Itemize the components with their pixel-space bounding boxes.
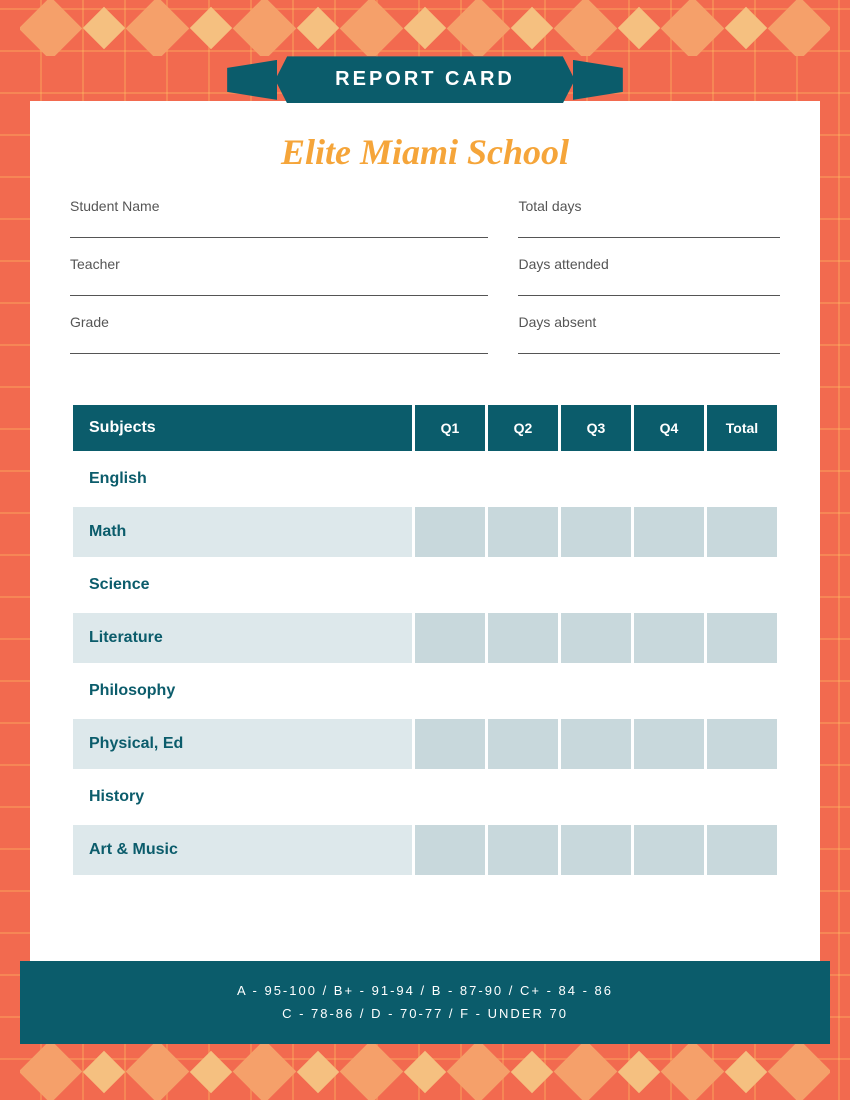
subject-cell: History xyxy=(73,772,412,822)
header-subjects: Subjects xyxy=(73,405,412,451)
grade-cell-total[interactable] xyxy=(707,507,777,557)
info-section: Student Name Teacher Grade Total days xyxy=(70,198,780,372)
grade-cell-q4[interactable] xyxy=(634,666,704,716)
subject-cell: English xyxy=(73,454,412,504)
grade-input[interactable] xyxy=(70,334,488,354)
grade-cell-total[interactable] xyxy=(707,825,777,875)
grade-cell-q1[interactable] xyxy=(415,772,485,822)
grade-cell-q4[interactable] xyxy=(634,560,704,610)
banner-wing-right xyxy=(573,60,623,100)
info-left: Student Name Teacher Grade xyxy=(70,198,488,372)
school-name: Elite Miami School xyxy=(70,131,780,173)
grade-cell-q2[interactable] xyxy=(488,454,558,504)
grade-cell-q4[interactable] xyxy=(634,719,704,769)
table-header-row: Subjects Q1 Q2 Q3 Q4 Total xyxy=(73,405,777,451)
footer-line1: A - 95-100 / B+ - 91-94 / B - 87-90 / C+… xyxy=(50,979,800,1002)
subject-cell: Physical, Ed xyxy=(73,719,412,769)
table-row: Math xyxy=(73,507,777,557)
subject-cell: Science xyxy=(73,560,412,610)
grade-cell-q3[interactable] xyxy=(561,825,631,875)
header-q2: Q2 xyxy=(488,405,558,451)
grade-cell-q1[interactable] xyxy=(415,507,485,557)
grade-cell-q3[interactable] xyxy=(561,613,631,663)
grade-cell-q4[interactable] xyxy=(634,772,704,822)
grade-cell-q3[interactable] xyxy=(561,772,631,822)
grade-cell-q2[interactable] xyxy=(488,560,558,610)
grade-cell-q3[interactable] xyxy=(561,454,631,504)
banner-title: REPORT CARD xyxy=(275,56,575,103)
grade-cell-total[interactable] xyxy=(707,719,777,769)
grade-cell-q3[interactable] xyxy=(561,719,631,769)
grade-cell-q1[interactable] xyxy=(415,825,485,875)
grade-cell-q1[interactable] xyxy=(415,560,485,610)
grade-cell-q2[interactable] xyxy=(488,719,558,769)
grade-cell-q2[interactable] xyxy=(488,772,558,822)
table-row: Art & Music xyxy=(73,825,777,875)
grade-cell-total[interactable] xyxy=(707,613,777,663)
footer-line2: C - 78-86 / D - 70-77 / F - UNDER 70 xyxy=(50,1002,800,1025)
grade-cell-q2[interactable] xyxy=(488,613,558,663)
student-name-label: Student Name xyxy=(70,198,488,214)
info-right: Total days Days attended Days absent xyxy=(518,198,780,372)
grade-cell-total[interactable] xyxy=(707,454,777,504)
grade-cell-q2[interactable] xyxy=(488,507,558,557)
grade-cell-q3[interactable] xyxy=(561,560,631,610)
grade-cell-total[interactable] xyxy=(707,666,777,716)
subject-cell: Literature xyxy=(73,613,412,663)
grade-cell-q3[interactable] xyxy=(561,507,631,557)
grades-table: Subjects Q1 Q2 Q3 Q4 Total EnglishMathSc… xyxy=(70,402,780,878)
teacher-field: Teacher xyxy=(70,256,488,296)
teacher-input[interactable] xyxy=(70,276,488,296)
days-absent-input[interactable] xyxy=(518,334,780,354)
total-days-label: Total days xyxy=(518,198,780,214)
days-attended-label: Days attended xyxy=(518,256,780,272)
report-card: Elite Miami School Student Name Teacher … xyxy=(30,101,820,960)
grade-cell-q2[interactable] xyxy=(488,666,558,716)
days-absent-field: Days absent xyxy=(518,314,780,354)
total-days-field: Total days xyxy=(518,198,780,238)
grade-cell-q2[interactable] xyxy=(488,825,558,875)
grade-cell-q4[interactable] xyxy=(634,454,704,504)
grade-label: Grade xyxy=(70,314,488,330)
table-row: History xyxy=(73,772,777,822)
table-row: Philosophy xyxy=(73,666,777,716)
table-row: Physical, Ed xyxy=(73,719,777,769)
subject-cell: Math xyxy=(73,507,412,557)
grade-cell-q1[interactable] xyxy=(415,613,485,663)
grade-field: Grade xyxy=(70,314,488,354)
student-name-input[interactable] xyxy=(70,218,488,238)
banner-wing-left xyxy=(227,60,277,100)
banner: REPORT CARD xyxy=(227,56,623,103)
header-q3: Q3 xyxy=(561,405,631,451)
grade-cell-q1[interactable] xyxy=(415,666,485,716)
grade-cell-q4[interactable] xyxy=(634,507,704,557)
days-absent-label: Days absent xyxy=(518,314,780,330)
grade-cell-q1[interactable] xyxy=(415,454,485,504)
grade-cell-q1[interactable] xyxy=(415,719,485,769)
days-attended-field: Days attended xyxy=(518,256,780,296)
subject-cell: Art & Music xyxy=(73,825,412,875)
header-q1: Q1 xyxy=(415,405,485,451)
table-row: Literature xyxy=(73,613,777,663)
header-total: Total xyxy=(707,405,777,451)
grade-cell-total[interactable] xyxy=(707,772,777,822)
header-q4: Q4 xyxy=(634,405,704,451)
subject-cell: Philosophy xyxy=(73,666,412,716)
footer: A - 95-100 / B+ - 91-94 / B - 87-90 / C+… xyxy=(20,961,830,1044)
table-row: Science xyxy=(73,560,777,610)
total-days-input[interactable] xyxy=(518,218,780,238)
grade-cell-q3[interactable] xyxy=(561,666,631,716)
teacher-label: Teacher xyxy=(70,256,488,272)
grade-cell-total[interactable] xyxy=(707,560,777,610)
student-name-field: Student Name xyxy=(70,198,488,238)
table-row: English xyxy=(73,454,777,504)
grade-cell-q4[interactable] xyxy=(634,825,704,875)
grade-cell-q4[interactable] xyxy=(634,613,704,663)
days-attended-input[interactable] xyxy=(518,276,780,296)
